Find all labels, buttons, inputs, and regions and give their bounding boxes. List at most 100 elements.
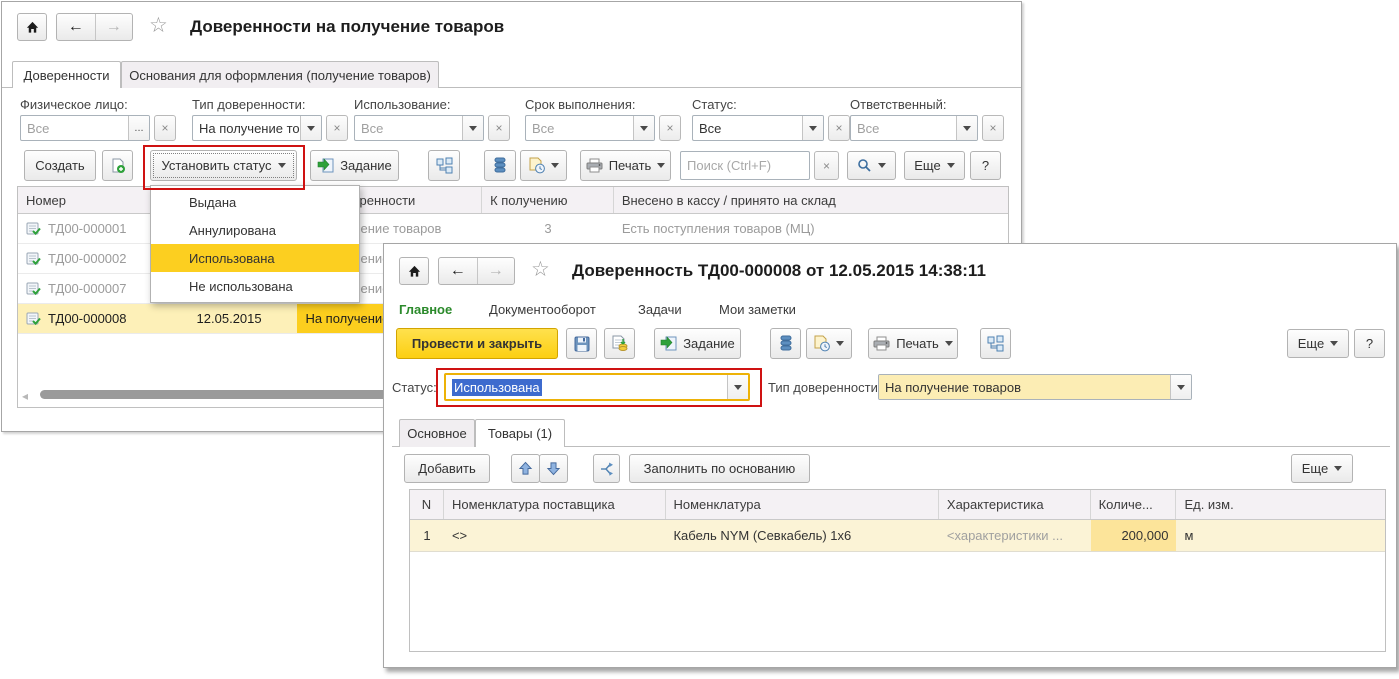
items-more-button[interactable]: Еще xyxy=(1291,454,1353,483)
chevron-down-icon[interactable] xyxy=(633,116,654,140)
col-number[interactable]: Номер xyxy=(18,187,161,213)
chevron-down-icon xyxy=(836,341,844,346)
forward-button[interactable]: → xyxy=(95,14,133,40)
menu-item-ne-ispolzovana[interactable]: Не использована xyxy=(151,272,359,300)
post-and-close-button[interactable]: Провести и закрыть xyxy=(396,328,558,359)
fill-by-basis-button[interactable]: Заполнить по основанию xyxy=(629,454,810,483)
filter-status-clear-button[interactable]: × xyxy=(828,115,850,141)
forward-button[interactable]: → xyxy=(477,258,515,284)
favorite-star-icon[interactable]: ☆ xyxy=(531,257,550,282)
save-button[interactable] xyxy=(566,328,597,359)
more-button[interactable]: Еще xyxy=(1287,329,1349,358)
current-cell[interactable]: 200,000 xyxy=(1091,520,1177,551)
col-unit[interactable]: Ед. изм. xyxy=(1176,490,1385,519)
list-view-button[interactable] xyxy=(770,328,801,359)
set-status-button[interactable]: Установить статус xyxy=(150,150,297,181)
add-row-button[interactable]: Добавить xyxy=(404,454,490,483)
list-view-button[interactable] xyxy=(484,150,516,181)
col-supplier-item[interactable]: Номенклатура поставщика xyxy=(444,490,666,519)
filter-usage-clear-button[interactable]: × xyxy=(488,115,510,141)
back-button[interactable]: ← xyxy=(57,14,95,40)
items-table: N Номенклатура поставщика Номенклатура Х… xyxy=(409,489,1386,652)
search-clear-button[interactable]: × xyxy=(814,151,839,180)
menu-item-annulirovana[interactable]: Аннулирована xyxy=(151,216,359,244)
navtab-dokumentooborot[interactable]: Документооборот xyxy=(489,302,596,317)
move-up-button[interactable] xyxy=(511,454,540,483)
page-title: Доверенности на получение товаров xyxy=(190,17,504,37)
task-button[interactable]: Задание xyxy=(654,328,741,359)
filter-responsible-label: Ответственный: xyxy=(850,97,946,112)
chevron-down-icon[interactable] xyxy=(462,116,483,140)
more-label: Еще xyxy=(914,158,940,173)
structure-button[interactable] xyxy=(428,150,460,181)
arrow-up-icon xyxy=(518,461,533,476)
navtab-moi-zametki[interactable]: Мои заметки xyxy=(719,302,796,317)
col-quantity[interactable]: Количе... xyxy=(1091,490,1177,519)
filter-responsible-field[interactable]: Все xyxy=(850,115,978,141)
favorite-star-icon[interactable]: ☆ xyxy=(149,13,168,38)
create-copy-button[interactable] xyxy=(102,150,133,181)
filter-usage-label: Использование: xyxy=(354,97,451,112)
report-button[interactable] xyxy=(806,328,852,359)
chevron-down-icon[interactable] xyxy=(956,116,977,140)
filter-status-value: Все xyxy=(693,116,802,140)
sort-button[interactable] xyxy=(593,454,620,483)
create-button[interactable]: Создать xyxy=(24,150,96,181)
search-input[interactable] xyxy=(680,151,810,180)
chevron-down-icon[interactable] xyxy=(802,116,823,140)
chevron-down-icon[interactable] xyxy=(300,116,321,140)
print-button[interactable]: Печать xyxy=(868,328,958,359)
tab-doverennosti[interactable]: Доверенности xyxy=(12,61,121,88)
scroll-left-icon[interactable]: ◂ xyxy=(22,389,28,403)
filter-term-label: Срок выполнения: xyxy=(525,97,635,112)
filter-usage-field[interactable]: Все xyxy=(354,115,484,141)
filter-term-field[interactable]: Все xyxy=(525,115,655,141)
navtab-zadachi[interactable]: Задачи xyxy=(638,302,682,317)
move-down-button[interactable] xyxy=(539,454,568,483)
back-button[interactable]: ← xyxy=(439,258,477,284)
clear-icon: × xyxy=(835,121,842,135)
col-item[interactable]: Номенклатура xyxy=(666,490,939,519)
filter-person-clear-button[interactable]: × xyxy=(154,115,176,141)
report-button[interactable] xyxy=(520,150,567,181)
post-document-button[interactable] xyxy=(604,328,635,359)
filter-type-field[interactable]: На получение тов xyxy=(192,115,322,141)
col-characteristic[interactable]: Характеристика xyxy=(939,490,1091,519)
navtab-glavnoe[interactable]: Главное xyxy=(399,302,452,317)
help-button[interactable]: ? xyxy=(1354,329,1385,358)
tab-tovary[interactable]: Товары (1) xyxy=(475,419,565,447)
chevron-down-icon[interactable] xyxy=(727,375,748,399)
type-field[interactable]: На получение товаров xyxy=(878,374,1192,400)
task-button[interactable]: Задание xyxy=(310,150,399,181)
print-button[interactable]: Печать xyxy=(580,150,671,181)
tab-osnovnoe[interactable]: Основное xyxy=(399,419,475,447)
choose-icon[interactable]: ... xyxy=(128,116,149,140)
filter-responsible-clear-button[interactable]: × xyxy=(982,115,1004,141)
filter-person-field[interactable]: Все ... xyxy=(20,115,150,141)
posted-document-icon xyxy=(26,312,41,326)
posted-document-icon xyxy=(26,282,41,296)
items-row-selected[interactable]: 1 <> Кабель NYM (Севкабель) 1х6 <характе… xyxy=(410,520,1385,552)
search-options-button[interactable] xyxy=(847,151,896,180)
more-button[interactable]: Еще xyxy=(904,151,965,180)
col-n[interactable]: N xyxy=(410,490,444,519)
home-icon xyxy=(407,264,422,279)
col-warehouse[interactable]: Внесено в кассу / принято на склад xyxy=(614,187,1008,213)
status-field[interactable]: Использована xyxy=(444,373,750,401)
task-label: Задание xyxy=(683,336,735,351)
menu-item-vydana[interactable]: Выдана xyxy=(151,188,359,216)
clear-icon: × xyxy=(989,121,996,135)
col-to-receive[interactable]: К получению xyxy=(482,187,614,213)
help-button[interactable]: ? xyxy=(970,151,1001,180)
home-button[interactable] xyxy=(17,13,47,41)
home-button[interactable] xyxy=(399,257,429,285)
filter-term-clear-button[interactable]: × xyxy=(659,115,681,141)
chevron-down-icon[interactable] xyxy=(1170,375,1191,399)
filter-type-clear-button[interactable]: × xyxy=(326,115,348,141)
help-label: ? xyxy=(982,158,989,173)
structure-button[interactable] xyxy=(980,328,1011,359)
tab-osnovaniya[interactable]: Основания для оформления (получение това… xyxy=(121,61,439,88)
document-title: Доверенность ТД00-000008 от 12.05.2015 1… xyxy=(572,261,986,281)
menu-item-ispolzovana[interactable]: Использована xyxy=(151,244,359,272)
filter-status-field[interactable]: Все xyxy=(692,115,824,141)
